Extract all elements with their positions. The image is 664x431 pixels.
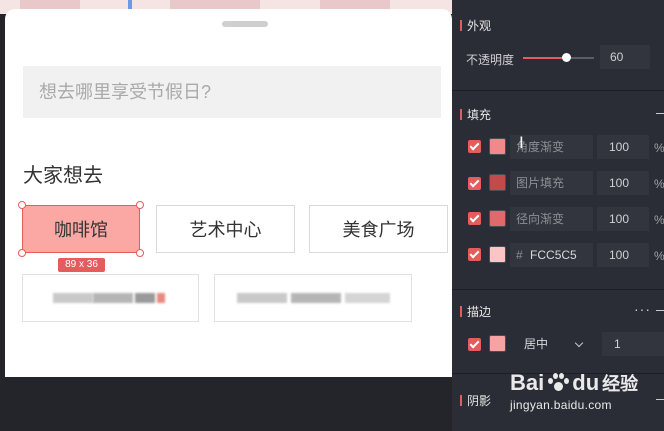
slider-knob[interactable] <box>561 53 571 62</box>
opacity-value[interactable]: 60 <box>600 45 650 69</box>
fill-swatch[interactable] <box>489 246 506 263</box>
fill-swatch[interactable] <box>489 210 506 227</box>
opacity-label: 不透明度 <box>466 53 515 67</box>
chip-cafe[interactable]: 咖啡馆 <box>22 205 140 253</box>
percent-unit: % <box>654 141 664 155</box>
add-shadow-icon[interactable] <box>656 399 664 400</box>
blurred-card <box>22 274 199 322</box>
baidu-watermark: Bai du 经验 jingyan.baidu.com <box>510 370 639 412</box>
properties-panel: 外观 不透明度 60 填充 角度渐变 100 % 图片填充 100 % 径向渐变… <box>452 0 664 431</box>
fill-type-field[interactable]: 径向渐变 <box>510 207 593 231</box>
paw-icon <box>547 373 570 393</box>
percent-unit: % <box>654 177 664 191</box>
dimension-tag: 89 x 36 <box>58 258 105 272</box>
stroke-title: 描边 <box>460 303 491 320</box>
remove-fill-icon[interactable] <box>656 113 664 114</box>
bottom-sheet: 想去哪里享受节假日? 大家想去 咖啡馆 艺术中心 美食广场 89 x 36 <box>5 9 452 377</box>
blurred-card <box>214 274 412 322</box>
chip-food-plaza[interactable]: 美食广场 <box>309 205 448 253</box>
fill-hex-field[interactable]: # FCC5C5 <box>510 243 593 267</box>
fill-swatch[interactable] <box>489 174 506 191</box>
fill-opacity-field[interactable]: 100 <box>597 243 649 267</box>
sheet-drag-handle[interactable] <box>222 21 268 27</box>
opacity-slider[interactable] <box>523 53 594 62</box>
text-cursor-icon: I <box>519 133 524 152</box>
fill-checkbox[interactable] <box>468 212 481 225</box>
appearance-title: 外观 <box>460 17 491 34</box>
hex-value: FCC5C5 <box>530 248 577 262</box>
shadow-title: 阴影 <box>460 392 491 409</box>
fill-opacity-field[interactable]: 100 <box>597 171 649 195</box>
fill-type-field[interactable]: 图片填充 <box>510 171 593 195</box>
stroke-width-field[interactable]: 1 <box>602 332 664 356</box>
stroke-swatch[interactable] <box>489 335 506 352</box>
fill-title: 填充 <box>460 106 491 123</box>
section-title: 大家想去 <box>23 165 103 187</box>
fill-checkbox[interactable] <box>468 140 481 153</box>
fill-opacity-field[interactable]: 100 <box>597 135 649 159</box>
stroke-checkbox[interactable] <box>468 338 481 351</box>
percent-unit: % <box>654 213 664 227</box>
fill-checkbox[interactable] <box>468 177 481 190</box>
percent-unit: % <box>654 249 664 263</box>
fill-opacity-field[interactable]: 100 <box>597 207 649 231</box>
remove-stroke-icon[interactable] <box>656 310 664 311</box>
fill-checkbox[interactable] <box>468 248 481 261</box>
hash-prefix: # <box>516 248 523 262</box>
more-options-icon[interactable]: ··· <box>634 301 651 317</box>
search-input[interactable]: 想去哪里享受节假日? <box>23 66 441 118</box>
fill-swatch[interactable] <box>489 138 506 155</box>
chip-art-center[interactable]: 艺术中心 <box>156 205 295 253</box>
